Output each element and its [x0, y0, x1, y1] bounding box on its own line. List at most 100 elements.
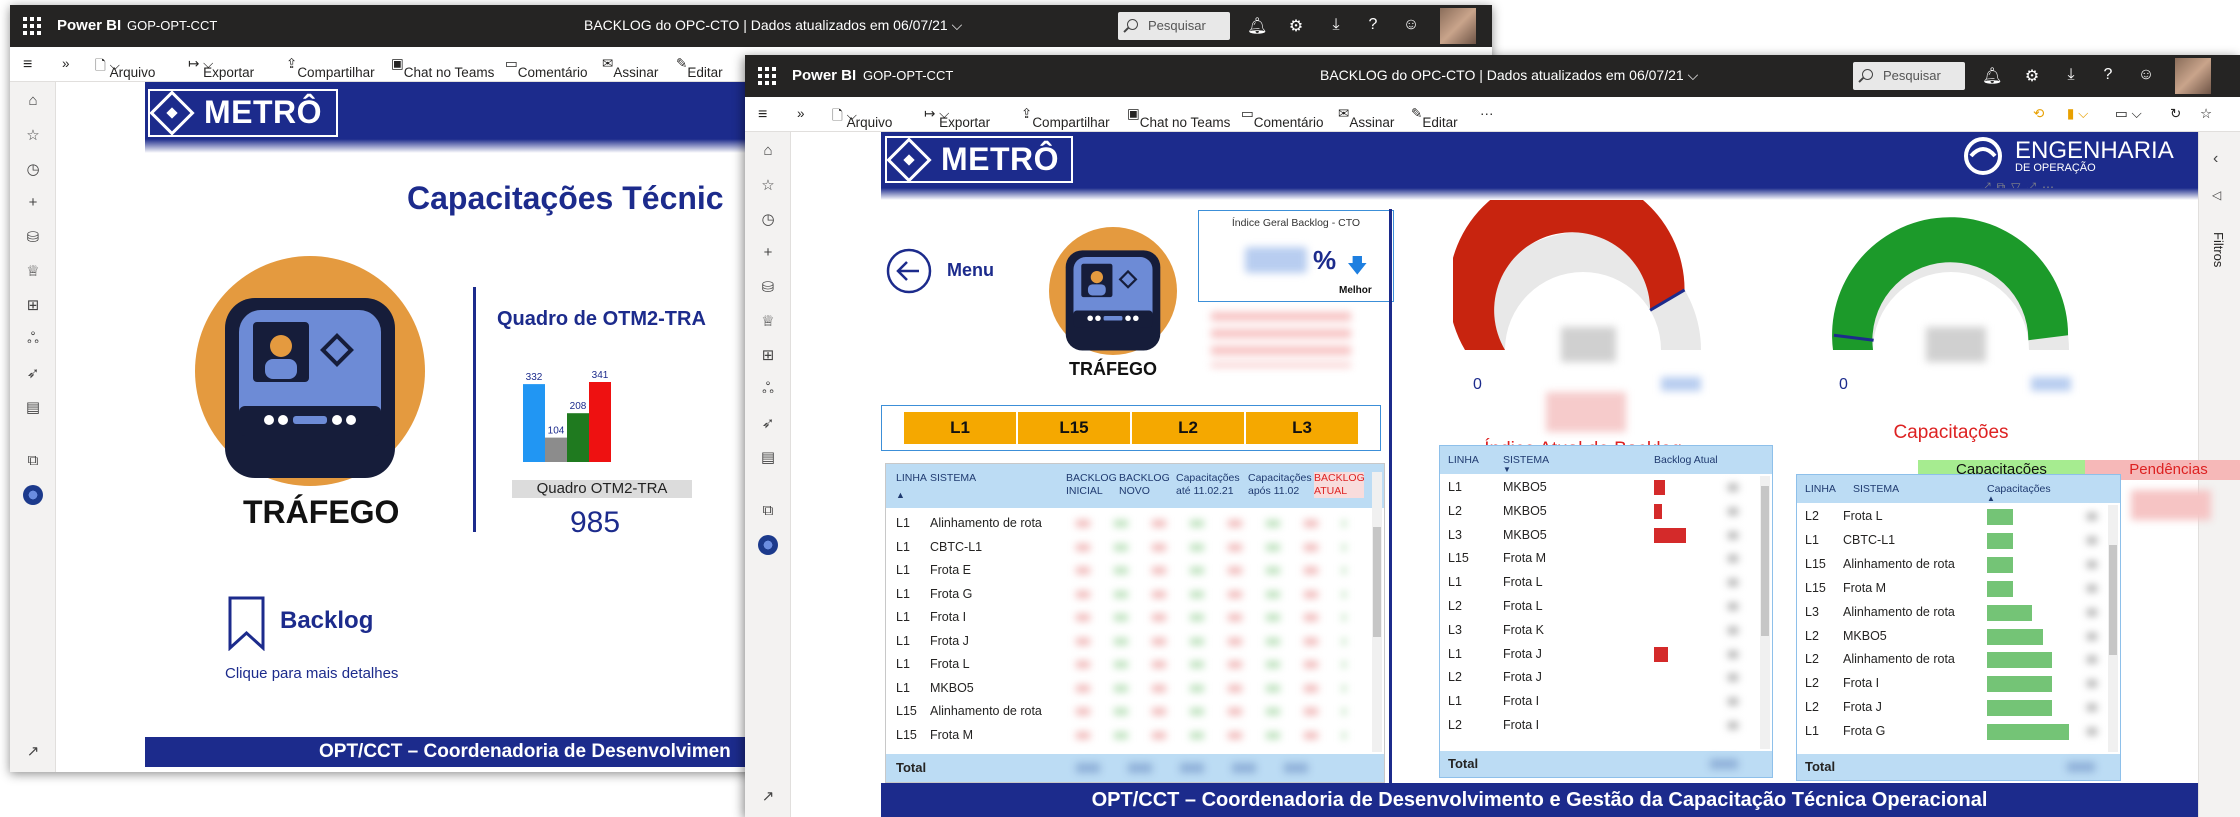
- capacitacoes-table[interactable]: LINHA SISTEMA Capacitações ▲ Total L2 Fro…: [1796, 474, 2121, 781]
- table-row[interactable]: L1 Frota I: [886, 606, 1384, 630]
- bar-3[interactable]: [589, 382, 611, 462]
- line-button-l1[interactable]: L1: [904, 412, 1016, 444]
- datasets-icon[interactable]: ⛁: [759, 278, 777, 296]
- report-title[interactable]: BACKLOG do OPC-CTO | Dados atualizados e…: [1320, 67, 1698, 84]
- create-icon[interactable]: +: [24, 194, 42, 211]
- col-backlog-novo[interactable]: BACKLOG NOVO: [1119, 472, 1170, 498]
- table-row[interactable]: L1 Frota J: [886, 630, 1384, 654]
- table-row[interactable]: L1 MKBO5: [1440, 476, 1772, 500]
- table-row[interactable]: L1 CBTC-L1: [886, 536, 1384, 560]
- filter-collapse-icon[interactable]: ◁: [2212, 188, 2221, 202]
- bar-0[interactable]: [523, 384, 545, 462]
- download-icon[interactable]: ⤓: [2061, 66, 2081, 84]
- expand-icon[interactable]: »: [797, 106, 805, 121]
- deployment-icon[interactable]: ➶: [759, 414, 777, 432]
- col-capacitacoes[interactable]: Capacitações: [1987, 483, 2051, 495]
- col-linha[interactable]: LINHA: [896, 472, 927, 484]
- table-row[interactable]: L1 Frota L: [1440, 571, 1772, 595]
- share-button[interactable]: ⇪ Compartilhar: [1021, 106, 1110, 130]
- table-row[interactable]: L2 Frota L: [1797, 505, 2120, 529]
- comment-button[interactable]: ▭ Comentário: [505, 56, 588, 80]
- help-icon[interactable]: ?: [1363, 16, 1383, 34]
- col-linha[interactable]: LINHA: [1448, 454, 1479, 466]
- bookmark-menu-icon[interactable]: ▮ ⌵: [2067, 106, 2088, 122]
- menu-link[interactable]: Menu: [947, 260, 994, 281]
- apps-icon[interactable]: ⊞: [24, 296, 42, 314]
- table-row[interactable]: L1 Frota I: [1440, 690, 1772, 714]
- file-menu[interactable]: 🗋 Arquivo ⌵: [832, 106, 892, 130]
- table-row[interactable]: L1 Frota E: [886, 559, 1384, 583]
- hamburger-icon[interactable]: ≡: [23, 56, 32, 74]
- table-row[interactable]: L1 Alinhamento de rota: [886, 512, 1384, 536]
- col-sistema[interactable]: SISTEMA: [930, 472, 976, 484]
- feedback-icon[interactable]: ☺: [2136, 66, 2156, 84]
- workspace-avatar-icon[interactable]: [758, 535, 778, 555]
- bar-2[interactable]: [567, 413, 589, 462]
- home-icon[interactable]: ⌂: [759, 142, 777, 159]
- learn-icon[interactable]: ▤: [759, 448, 777, 466]
- download-icon[interactable]: ⤓: [1326, 16, 1346, 34]
- bell-icon[interactable]: 🔔︎: [1247, 16, 1267, 36]
- table-row[interactable]: L2 Frota L: [1440, 595, 1772, 619]
- filters-label[interactable]: Filtros: [2211, 232, 2226, 267]
- bar-1[interactable]: [545, 437, 567, 462]
- search-box[interactable]: Pesquisar: [1853, 62, 1965, 90]
- traffic-icon[interactable]: [195, 256, 425, 486]
- favorite-icon[interactable]: ☆: [2200, 106, 2212, 122]
- col-linha[interactable]: LINHA: [1805, 483, 1836, 495]
- favorites-icon[interactable]: ☆: [759, 176, 777, 194]
- subscribe-button[interactable]: ✉ Assinar: [602, 56, 658, 80]
- workspace-label[interactable]: GOP-OPT-CCT: [863, 68, 953, 83]
- table-row[interactable]: L1 MKBO5: [886, 677, 1384, 701]
- table-row[interactable]: L1 Frota G: [1797, 720, 2120, 744]
- refresh-icon[interactable]: ↻: [2170, 106, 2181, 122]
- report-title[interactable]: BACKLOG do OPC-CTO | Dados atualizados e…: [584, 17, 962, 34]
- gear-icon[interactable]: ⚙: [2022, 66, 2042, 86]
- comment-button[interactable]: ▭ Comentário: [1241, 106, 1324, 130]
- subscribe-button[interactable]: ✉ Assinar: [1338, 106, 1394, 130]
- table-row[interactable]: L15 Frota M: [1440, 547, 1772, 571]
- col-sistema[interactable]: SISTEMA: [1853, 483, 1899, 495]
- table-row[interactable]: L1 Frota G: [886, 583, 1384, 607]
- kpi-card[interactable]: Índice Geral Backlog - CTO % 🡇 Melhor: [1198, 210, 1394, 302]
- table-row[interactable]: L3 Frota K: [1440, 619, 1772, 643]
- datasets-icon[interactable]: ⛁: [24, 228, 42, 246]
- table-row[interactable]: L2 MKBO5: [1440, 500, 1772, 524]
- feedback-icon[interactable]: ☺: [1401, 16, 1421, 34]
- table-row[interactable]: L2 Frota I: [1797, 672, 2120, 696]
- table-row[interactable]: L15 Frota M: [1797, 577, 2120, 601]
- col-capacitacoes-ate[interactable]: Capacitações até 11.02.21: [1176, 472, 1242, 498]
- brand-label[interactable]: Power BI: [57, 17, 121, 34]
- more-button[interactable]: ···: [1480, 106, 1494, 121]
- shared-icon[interactable]: ஃ: [759, 380, 777, 399]
- learn-icon[interactable]: ▤: [24, 398, 42, 416]
- col-backlog-atual[interactable]: Backlog Atual: [1654, 454, 1718, 466]
- reset-icon[interactable]: ⟲: [2033, 106, 2044, 122]
- table-row[interactable]: L3 MKBO5: [1440, 524, 1772, 548]
- table-row[interactable]: L3 Alinhamento de rota: [1797, 601, 2120, 625]
- traffic-icon[interactable]: [1049, 227, 1177, 355]
- table-row[interactable]: L2 Frota I: [1440, 714, 1772, 738]
- workspace-avatar-icon[interactable]: [23, 485, 43, 505]
- help-icon[interactable]: ?: [2098, 66, 2118, 84]
- teams-chat-button[interactable]: ▣ Chat no Teams: [1127, 106, 1230, 130]
- external-link-icon[interactable]: ↗: [24, 742, 42, 760]
- shared-icon[interactable]: ஃ: [24, 330, 42, 349]
- file-menu[interactable]: 🗋 Arquivo ⌵: [95, 56, 155, 80]
- line-button-l3[interactable]: L3: [1246, 412, 1358, 444]
- app-launcher-icon[interactable]: [23, 17, 41, 35]
- teams-chat-button[interactable]: ▣ Chat no Teams: [391, 56, 494, 80]
- line-button-l2[interactable]: L2: [1132, 412, 1244, 444]
- hamburger-icon[interactable]: ≡: [758, 106, 767, 124]
- backlog-atual-table[interactable]: LINHA SISTEMA ▼ Backlog Atual Total L1 MK…: [1439, 445, 1773, 778]
- back-arrow-icon[interactable]: [885, 247, 933, 295]
- view-menu-icon[interactable]: ▭ ⌵: [2115, 106, 2142, 122]
- expand-icon[interactable]: »: [62, 56, 70, 71]
- table-row[interactable]: L2 Alinhamento de rota: [1797, 648, 2120, 672]
- apps-icon[interactable]: ⊞: [759, 346, 777, 364]
- export-menu[interactable]: ↦ Exportar ⌵: [924, 106, 990, 130]
- table-row[interactable]: L2 Frota J: [1797, 696, 2120, 720]
- table-row[interactable]: L2 Frota J: [1440, 666, 1772, 690]
- avatar[interactable]: [1440, 8, 1476, 44]
- avatar[interactable]: [2175, 58, 2211, 94]
